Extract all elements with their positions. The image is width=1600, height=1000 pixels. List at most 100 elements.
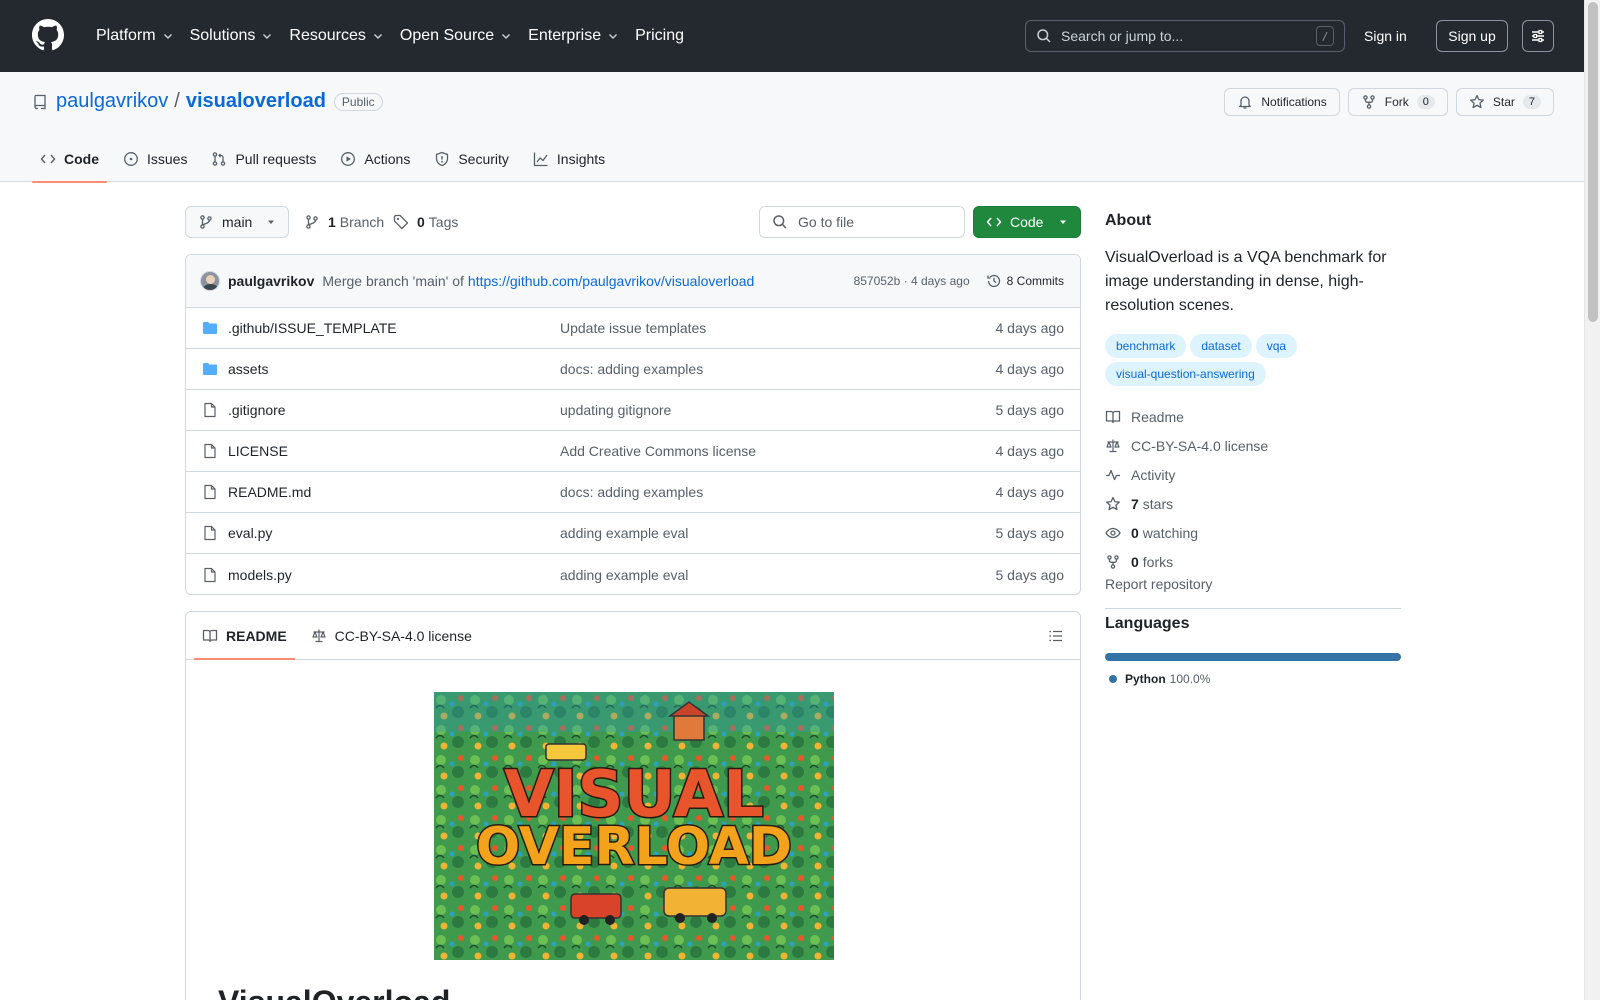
watchers-link[interactable]: 0 watching: [1105, 518, 1401, 547]
branch-name: main: [222, 214, 253, 230]
page-scrollbar[interactable]: [1584, 0, 1600, 1000]
commit-hash-time[interactable]: 857052b · 4 days ago: [854, 274, 970, 288]
tags-link[interactable]: 0 Tags: [393, 206, 458, 238]
sign-in-link[interactable]: Sign in: [1364, 20, 1407, 52]
file-row[interactable]: eval.py adding example eval 5 days ago: [186, 513, 1080, 554]
file-commit-message[interactable]: docs: adding examples: [560, 361, 703, 377]
file-commit-message[interactable]: Add Creative Commons license: [560, 443, 756, 459]
code-dropdown-button[interactable]: Code: [973, 206, 1081, 238]
tab-issues[interactable]: Issues: [115, 136, 195, 182]
file-name-link[interactable]: eval.py: [228, 525, 560, 541]
banner-title-line2: OVERLOAD: [476, 817, 792, 877]
fork-count: 0: [1416, 95, 1435, 109]
go-to-file-input[interactable]: Go to file: [759, 206, 965, 238]
github-logo-icon[interactable]: [32, 19, 64, 51]
file-row[interactable]: README.md docs: adding examples 4 days ago: [186, 472, 1080, 513]
tab-readme[interactable]: README: [194, 612, 295, 660]
commit-message[interactable]: Merge branch 'main' of: [322, 273, 464, 289]
notifications-button[interactable]: Notifications: [1224, 88, 1340, 116]
branches-link[interactable]: 1 Branch: [304, 206, 384, 238]
file-row[interactable]: assets docs: adding examples 4 days ago: [186, 349, 1080, 390]
readme-link[interactable]: Readme: [1105, 402, 1401, 431]
pulse-icon: [1106, 469, 1120, 480]
readme-panel: README CC-BY-SA-4.0 license VISUAL OVERL…: [185, 611, 1081, 1000]
file-name-link[interactable]: .gitignore: [228, 402, 560, 418]
tab-label: Code: [64, 151, 99, 167]
repo-header: paulgavrikov / visualoverload Public Not…: [0, 72, 1584, 183]
tab-actions[interactable]: Actions: [332, 136, 418, 182]
forks-link[interactable]: 0 forks: [1105, 547, 1401, 576]
file-name-link[interactable]: README.md: [228, 484, 560, 500]
sidebar-divider: [1105, 608, 1401, 609]
topic-tag[interactable]: dataset: [1190, 334, 1252, 358]
star-count: 7: [1522, 95, 1541, 109]
language-item[interactable]: Python 100.0%: [1105, 672, 1401, 686]
file-row[interactable]: LICENSE Add Creative Commons license 4 day…: [186, 431, 1080, 472]
global-header: Platform Solutions Resources Open Source…: [0, 0, 1584, 72]
nav-open-source[interactable]: Open Source: [392, 16, 520, 56]
tab-security[interactable]: Security: [426, 136, 517, 182]
repo-icon: [34, 94, 46, 109]
nav-enterprise[interactable]: Enterprise: [520, 16, 627, 56]
code-icon: [986, 217, 1002, 227]
file-commit-message[interactable]: updating gitignore: [560, 402, 671, 418]
scrollbar-thumb[interactable]: [1588, 2, 1598, 322]
nav-platform[interactable]: Platform: [88, 16, 182, 56]
file-commit-message[interactable]: Update issue templates: [560, 320, 706, 336]
file-row[interactable]: .github/ISSUE_TEMPLATE Update issue templ…: [186, 308, 1080, 349]
tab-label: Actions: [364, 151, 411, 167]
file-icon: [202, 525, 218, 541]
tab-pull-requests[interactable]: Pull requests: [203, 136, 324, 182]
sign-up-button[interactable]: Sign up: [1436, 20, 1508, 52]
file-name-link[interactable]: models.py: [228, 567, 560, 583]
repo-name-link[interactable]: visualoverload: [186, 90, 326, 113]
topic-tag[interactable]: benchmark: [1105, 334, 1187, 358]
repo-owner-link[interactable]: paulgavrikov: [56, 90, 168, 113]
stars-link[interactable]: 7 stars: [1105, 489, 1401, 518]
nav-label: Pricing: [635, 27, 684, 44]
folder-icon: [202, 361, 218, 377]
readme-tabs: README CC-BY-SA-4.0 license: [186, 612, 1080, 660]
file-commit-message[interactable]: adding example eval: [560, 567, 688, 583]
report-repository-link[interactable]: Report repository: [1105, 576, 1212, 592]
file-commit-message[interactable]: adding example eval: [560, 525, 688, 541]
file-name-link[interactable]: assets: [228, 361, 560, 377]
file-browser: paulgavrikov Merge branch 'main' of http…: [185, 254, 1081, 595]
tab-code[interactable]: Code: [32, 136, 107, 183]
file-row[interactable]: models.py adding example eval 5 days ago: [186, 554, 1080, 594]
file-name-link[interactable]: LICENSE: [228, 443, 560, 459]
commit-message-link[interactable]: https://github.com/paulgavrikov/visualov…: [468, 273, 754, 289]
repo-tabs: Code Issues Pull requests Actions Securi…: [32, 136, 621, 183]
language-percent: 100.0%: [1169, 672, 1211, 686]
branch-count: 1: [328, 214, 336, 230]
file-name-link[interactable]: .github/ISSUE_TEMPLATE: [228, 320, 560, 336]
nav-resources[interactable]: Resources: [281, 16, 391, 56]
law-icon: [1106, 439, 1120, 452]
topic-tag[interactable]: vqa: [1255, 334, 1298, 358]
tab-license[interactable]: CC-BY-SA-4.0 license: [303, 612, 480, 659]
nav-solutions[interactable]: Solutions: [182, 16, 282, 56]
tab-insights[interactable]: Insights: [525, 136, 613, 182]
file-commit-date: 4 days ago: [995, 484, 1065, 500]
topic-tag[interactable]: visual-question-answering: [1105, 362, 1266, 386]
file-commit-message[interactable]: docs: adding examples: [560, 484, 703, 500]
global-search-input[interactable]: Search or jump to... /: [1025, 20, 1345, 52]
fork-button[interactable]: Fork 0: [1347, 88, 1448, 116]
activity-link[interactable]: Activity: [1105, 460, 1401, 489]
chevron-down-icon: [373, 34, 382, 39]
branch-select-button[interactable]: main: [185, 206, 289, 238]
commit-author-link[interactable]: paulgavrikov: [228, 273, 314, 289]
file-icon: [202, 402, 218, 418]
star-button[interactable]: Star 7: [1455, 88, 1554, 116]
commits-history-link[interactable]: 8 Commits: [986, 273, 1064, 289]
watching-label: watching: [1142, 524, 1199, 541]
avatar[interactable]: [200, 271, 220, 291]
file-commit-date: 5 days ago: [995, 566, 1065, 583]
settings-sliders-icon[interactable]: [1522, 20, 1554, 52]
nav-pricing[interactable]: Pricing: [627, 16, 684, 56]
license-link[interactable]: CC-BY-SA-4.0 license: [1105, 431, 1401, 460]
license-tab-label: CC-BY-SA-4.0 license: [334, 627, 472, 644]
outline-list-icon[interactable]: [1048, 628, 1064, 644]
file-row[interactable]: .gitignore updating gitignore 5 days ago: [186, 390, 1080, 431]
about-sidebar: About VisualOverload is a VQA benchmark …: [1105, 206, 1401, 686]
